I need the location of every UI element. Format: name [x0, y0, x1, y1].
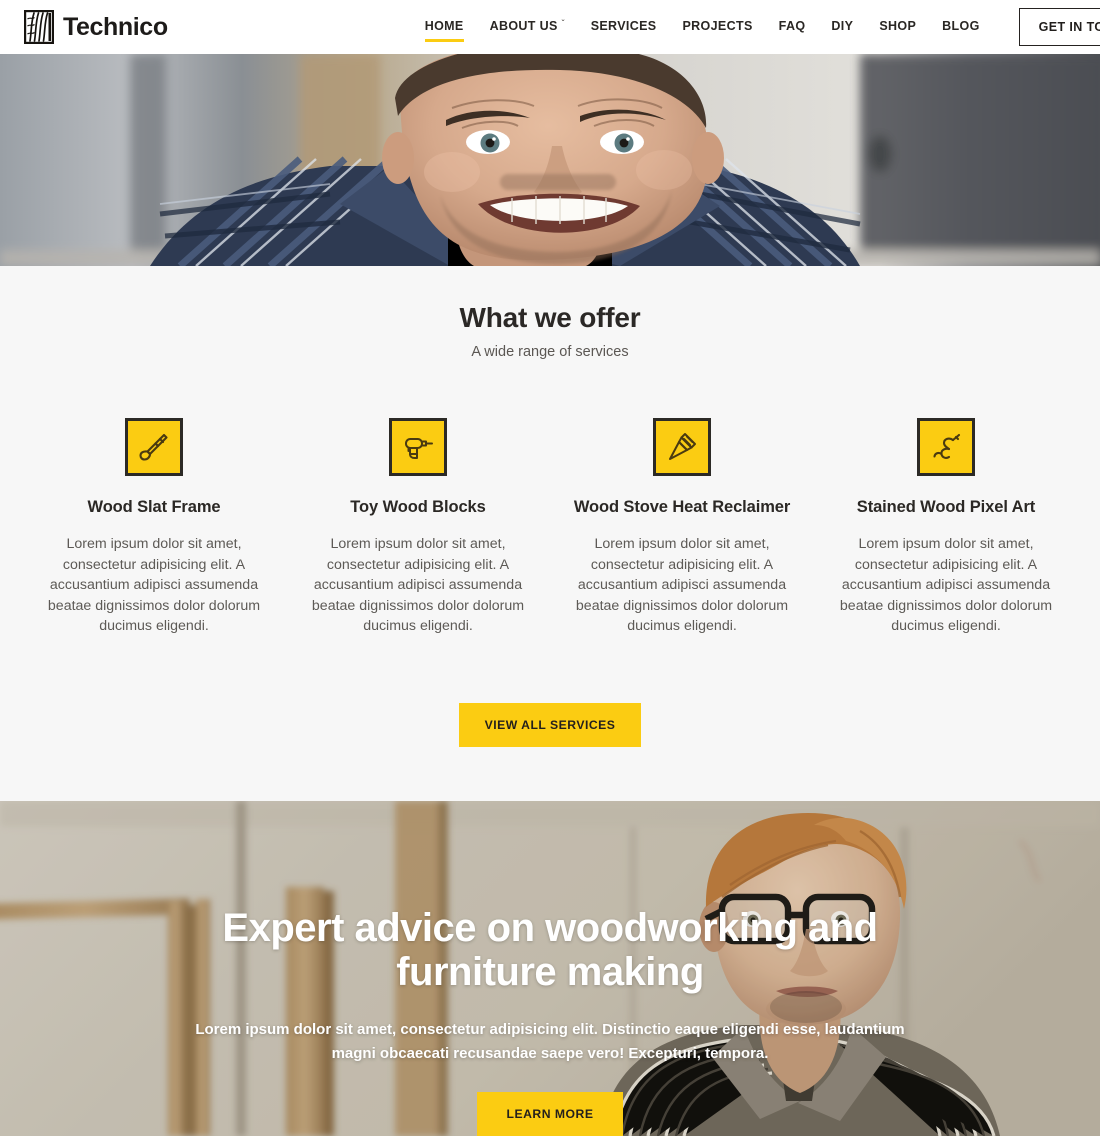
service-card[interactable]: Toy Wood Blocks Lorem ipsum dolor sit am… [286, 418, 550, 637]
nav-item-label: ABOUT US [489, 18, 558, 33]
nav-item-faq[interactable]: FAQ [766, 13, 819, 42]
section-subtitle: A wide range of services [471, 344, 629, 360]
nav-item-blog[interactable]: BLOG [929, 13, 993, 42]
nav-item-home[interactable]: HOME [412, 13, 477, 42]
hero-bottom-content: Expert advice on woodworking and furnitu… [0, 801, 1100, 1136]
chisel-icon [125, 418, 183, 476]
service-text: Lorem ipsum dolor sit amet, consectetur … [575, 536, 789, 635]
nav-item-label: HOME [424, 18, 464, 33]
service-title: Wood Slat Frame [87, 498, 221, 516]
main-navigation: HOME ABOUT US ˇ SERVICES PROJECTS FAQ DI… [412, 13, 993, 42]
nav-item-label: SHOP [879, 18, 917, 33]
site-header: Technico HOME ABOUT US ˇ SERVICES PROJEC… [0, 0, 1100, 54]
nav-item-about-us[interactable]: ABOUT US ˇ [477, 13, 578, 42]
countersink-bit-icon [653, 418, 711, 476]
nav-item-projects[interactable]: PROJECTS [669, 13, 765, 42]
power-drill-icon [389, 418, 447, 476]
service-title: Toy Wood Blocks [350, 498, 486, 516]
nav-item-label: BLOG [942, 18, 980, 33]
services-grid: Wood Slat Frame Lorem ipsum dolor sit am… [0, 418, 1100, 637]
learn-more-wrapper: LEARN MORE [0, 1091, 1100, 1136]
service-title: Wood Stove Heat Reclaimer [573, 498, 791, 516]
brand-logo-link[interactable]: Technico [24, 10, 168, 44]
get-in-touch-button[interactable]: GET IN TOUCH [1018, 8, 1100, 46]
hero-top-banner [0, 54, 1100, 266]
nav-item-label: FAQ [778, 18, 806, 33]
nav-item-diy[interactable]: DIY [818, 13, 866, 42]
service-title: Stained Wood Pixel Art [856, 498, 1036, 516]
service-card[interactable]: Wood Stove Heat Reclaimer Lorem ipsum do… [550, 418, 814, 637]
what-we-offer-section: What we offer A wide range of services W… [0, 266, 1100, 801]
section-title: What we offer [459, 302, 641, 333]
service-text: Lorem ipsum dolor sit amet, consectetur … [839, 536, 1053, 635]
hook-tool-icon [917, 418, 975, 476]
nav-item-services[interactable]: SERVICES [578, 13, 670, 42]
view-all-services-button[interactable]: VIEW ALL SERVICES [458, 702, 642, 747]
landing-page: Technico HOME ABOUT US ˇ SERVICES PROJEC… [0, 0, 1100, 1143]
service-card[interactable]: Stained Wood Pixel Art Lorem ipsum dolor… [814, 418, 1078, 637]
nav-item-shop[interactable]: SHOP [866, 13, 929, 42]
service-text: Lorem ipsum dolor sit amet, consectetur … [47, 536, 261, 635]
learn-more-button[interactable]: LEARN MORE [476, 1091, 624, 1136]
wood-grain-logo-icon [24, 10, 54, 44]
hero-heading: Expert advice on woodworking and furnitu… [222, 905, 878, 994]
service-text: Lorem ipsum dolor sit amet, consectetur … [311, 536, 525, 635]
hero-top-photo [0, 54, 1100, 266]
hero-bottom-banner: Expert advice on woodworking and furnitu… [0, 800, 1100, 1136]
brand-name: Technico [63, 12, 168, 41]
hero-paragraph: Lorem ipsum dolor sit amet, consectetur … [195, 1020, 905, 1062]
service-card[interactable]: Wood Slat Frame Lorem ipsum dolor sit am… [22, 418, 286, 637]
nav-item-label: DIY [831, 18, 854, 33]
nav-item-label: SERVICES [590, 18, 657, 33]
view-all-services-wrapper: VIEW ALL SERVICES [0, 702, 1100, 747]
nav-item-label: PROJECTS [682, 18, 753, 33]
chevron-down-icon: ˇ [561, 18, 565, 28]
